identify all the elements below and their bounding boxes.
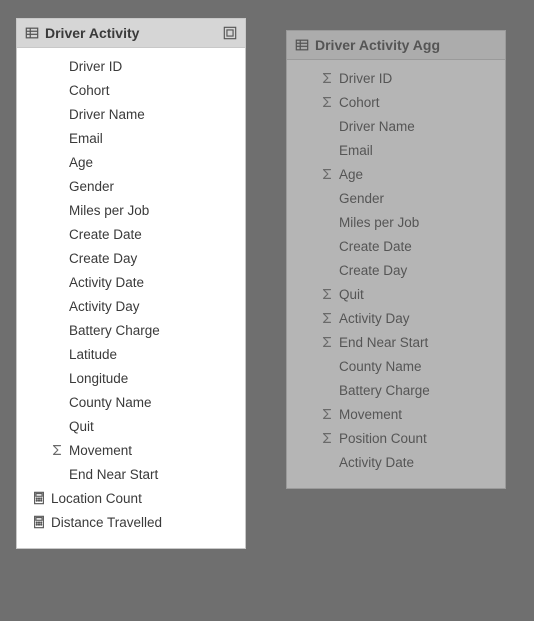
field-row[interactable]: Battery Charge [17, 318, 245, 342]
field-label: Cohort [69, 83, 110, 98]
field-row[interactable]: Create Date [17, 222, 245, 246]
table-icon [295, 38, 309, 52]
field-row[interactable]: County Name [17, 390, 245, 414]
sigma-icon [315, 95, 339, 109]
field-label: Age [339, 167, 363, 182]
field-label: Email [69, 131, 103, 146]
table-panel[interactable]: Driver Activity AggDriver IDCohortDriver… [286, 30, 506, 489]
field-label: County Name [339, 359, 422, 374]
field-label: Activity Day [339, 311, 410, 326]
field-row[interactable]: Miles per Job [17, 198, 245, 222]
field-row[interactable]: Gender [17, 174, 245, 198]
field-row[interactable]: Battery Charge [287, 378, 505, 402]
field-row[interactable]: Age [287, 162, 505, 186]
field-row[interactable]: Create Day [17, 246, 245, 270]
field-row[interactable]: County Name [287, 354, 505, 378]
field-label: Activity Date [339, 455, 414, 470]
field-label: Movement [69, 443, 132, 458]
field-label: Create Day [69, 251, 137, 266]
field-row[interactable]: Distance Travelled [17, 510, 245, 534]
field-row[interactable]: Movement [287, 402, 505, 426]
panel-body: Driver ID Cohort Driver Name Email Age Gender… [17, 48, 245, 548]
sigma-icon [45, 443, 69, 457]
sigma-icon [315, 431, 339, 445]
field-row[interactable]: Cohort [17, 78, 245, 102]
field-label: Location Count [51, 491, 142, 506]
field-label: Quit [339, 287, 364, 302]
field-label: Create Date [339, 239, 412, 254]
panel-body: Driver ID Cohort Driver Name Email Age Gender… [287, 60, 505, 488]
field-row[interactable]: Create Day [287, 258, 505, 282]
field-row[interactable]: Driver Name [287, 114, 505, 138]
field-label: End Near Start [339, 335, 428, 350]
field-row[interactable]: Driver ID [287, 66, 505, 90]
field-row[interactable]: Location Count [17, 486, 245, 510]
field-label: Age [69, 155, 93, 170]
field-label: Battery Charge [69, 323, 160, 338]
field-label: Position Count [339, 431, 427, 446]
field-label: Activity Day [69, 299, 140, 314]
field-row[interactable]: Age [17, 150, 245, 174]
field-row[interactable]: Movement [17, 438, 245, 462]
sigma-icon [315, 167, 339, 181]
field-label: Driver ID [339, 71, 392, 86]
sigma-icon [315, 71, 339, 85]
field-row[interactable]: Driver Name [17, 102, 245, 126]
panel-title: Driver Activity [45, 25, 217, 41]
field-row[interactable]: Activity Day [287, 306, 505, 330]
field-label: Email [339, 143, 373, 158]
table-icon [25, 26, 39, 40]
field-row[interactable]: Driver ID [17, 54, 245, 78]
field-label: Activity Date [69, 275, 144, 290]
field-row[interactable]: Activity Day [17, 294, 245, 318]
field-label: Movement [339, 407, 402, 422]
field-label: Driver Name [339, 119, 415, 134]
field-row[interactable]: Cohort [287, 90, 505, 114]
field-label: Driver Name [69, 107, 145, 122]
sigma-icon [315, 407, 339, 421]
field-label: Latitude [69, 347, 117, 362]
field-label: Distance Travelled [51, 515, 162, 530]
panel-title: Driver Activity Agg [315, 37, 497, 53]
field-label: Driver ID [69, 59, 122, 74]
field-row[interactable]: Miles per Job [287, 210, 505, 234]
table-panel[interactable]: Driver Activity Driver ID Cohort Driver Nam… [16, 18, 246, 549]
sigma-icon [315, 287, 339, 301]
field-label: County Name [69, 395, 152, 410]
field-row[interactable]: Quit [17, 414, 245, 438]
field-row[interactable]: Position Count [287, 426, 505, 450]
field-label: Longitude [69, 371, 128, 386]
field-label: Miles per Job [339, 215, 419, 230]
field-label: Cohort [339, 95, 380, 110]
storage-mode-icon [223, 26, 237, 40]
field-row[interactable]: Gender [287, 186, 505, 210]
calculator-icon [27, 515, 51, 529]
field-row[interactable]: End Near Start [17, 462, 245, 486]
field-row[interactable]: Activity Date [287, 450, 505, 474]
field-row[interactable]: Latitude [17, 342, 245, 366]
calculator-icon [27, 491, 51, 505]
field-label: Battery Charge [339, 383, 430, 398]
sigma-icon [315, 311, 339, 325]
field-row[interactable]: Email [17, 126, 245, 150]
panel-header[interactable]: Driver Activity Agg [287, 31, 505, 60]
field-label: Quit [69, 419, 94, 434]
field-label: Create Day [339, 263, 407, 278]
field-row[interactable]: Create Date [287, 234, 505, 258]
field-row[interactable]: Activity Date [17, 270, 245, 294]
field-label: Gender [69, 179, 114, 194]
field-label: Miles per Job [69, 203, 149, 218]
panel-header[interactable]: Driver Activity [17, 19, 245, 48]
field-row[interactable]: End Near Start [287, 330, 505, 354]
field-label: Gender [339, 191, 384, 206]
field-row[interactable]: Longitude [17, 366, 245, 390]
field-row[interactable]: Email [287, 138, 505, 162]
sigma-icon [315, 335, 339, 349]
field-label: Create Date [69, 227, 142, 242]
field-row[interactable]: Quit [287, 282, 505, 306]
field-label: End Near Start [69, 467, 158, 482]
